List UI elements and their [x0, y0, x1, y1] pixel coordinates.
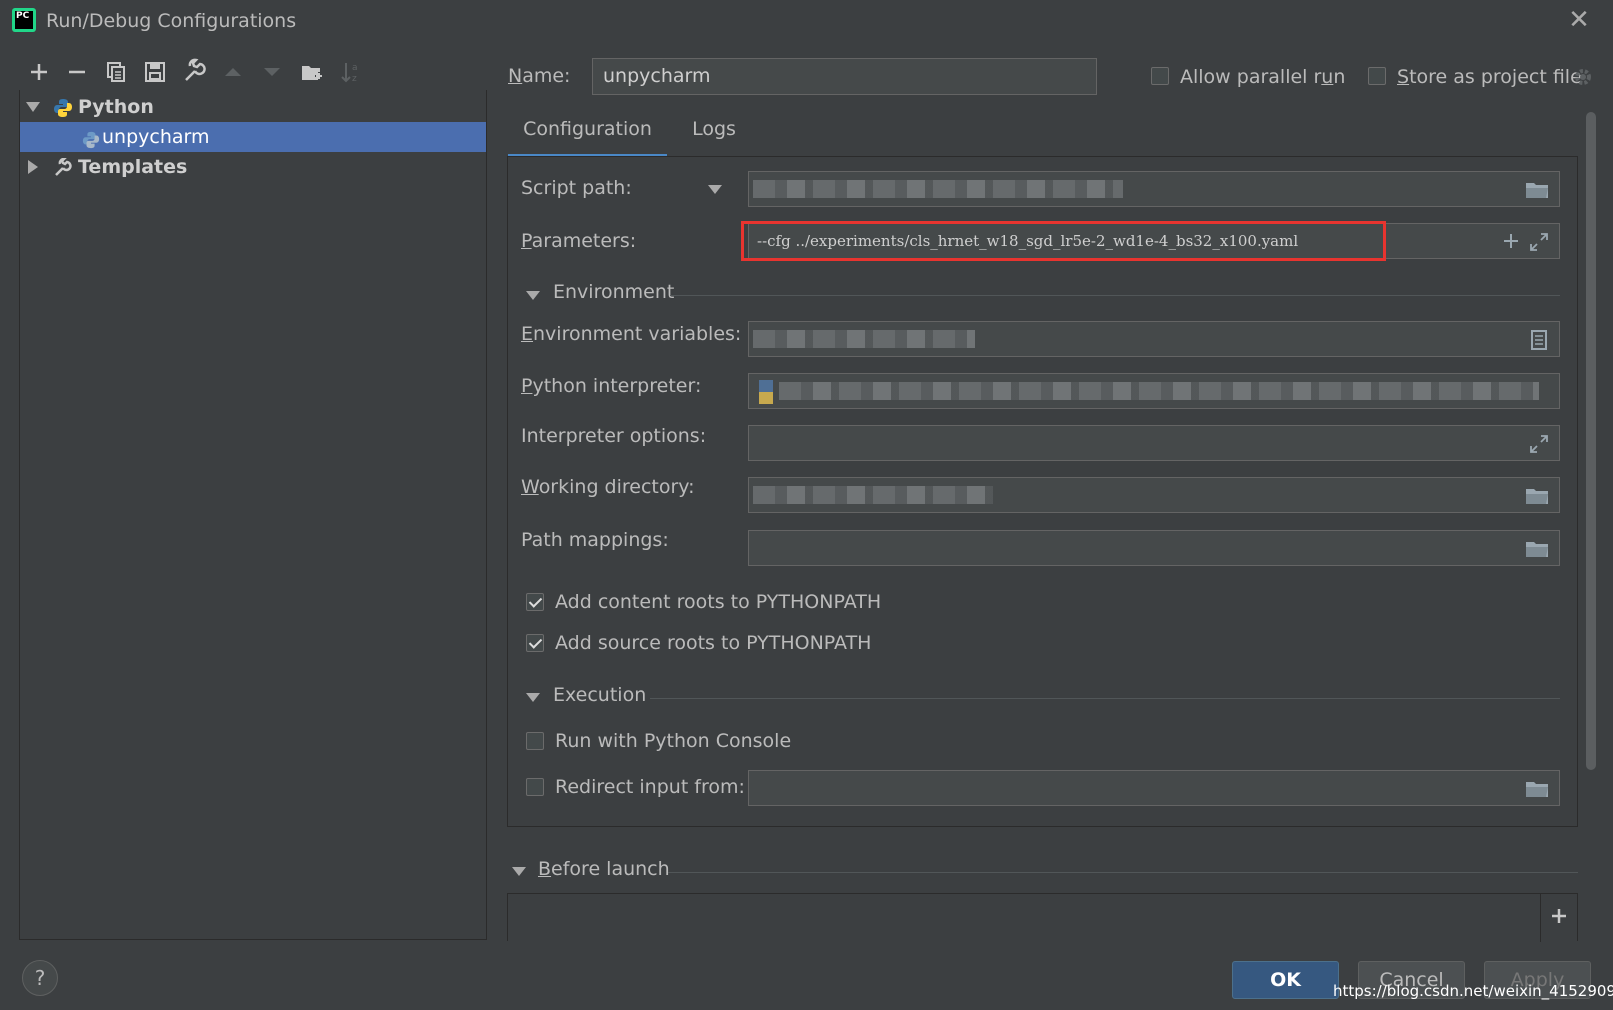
- redirect-input-label: Redirect input from:: [555, 776, 745, 798]
- collapse-arrow-icon[interactable]: [512, 867, 526, 876]
- redacted-value: [779, 382, 1539, 400]
- folder-icon[interactable]: [1525, 486, 1549, 506]
- tab-configuration[interactable]: Configuration: [508, 114, 667, 157]
- add-icon[interactable]: [1501, 231, 1521, 251]
- app-icon-text: PC: [15, 11, 33, 29]
- section-divider: [668, 872, 1578, 873]
- environment-section-title[interactable]: Environment: [553, 281, 674, 303]
- working-directory-label: Working directory:: [521, 476, 695, 498]
- expand-icon[interactable]: [1529, 434, 1549, 454]
- gear-icon[interactable]: [1572, 66, 1594, 88]
- divider: [1540, 894, 1541, 942]
- python-interpreter-select[interactable]: [748, 373, 1560, 409]
- add-icon[interactable]: [25, 58, 53, 86]
- new-folder-icon[interactable]: [298, 58, 326, 86]
- allow-parallel-run-checkbox[interactable]: [1151, 67, 1169, 85]
- ok-button[interactable]: OK: [1232, 961, 1339, 999]
- expand-arrow-icon[interactable]: [26, 102, 40, 112]
- title-bar: PC Run/Debug Configurations ✕: [0, 0, 1613, 44]
- before-launch-title[interactable]: Before launch: [538, 858, 670, 880]
- edit-list-icon[interactable]: [1531, 330, 1547, 350]
- allow-parallel-run-label: Allow parallel run: [1180, 66, 1346, 88]
- run-with-python-console-label: Run with Python Console: [555, 730, 792, 752]
- help-button[interactable]: ?: [22, 960, 58, 996]
- add-source-roots-label: Add source roots to PYTHONPATH: [555, 632, 872, 654]
- tree-label-python: Python: [78, 96, 154, 118]
- tree-item-templates[interactable]: Templates: [20, 152, 486, 182]
- name-input-value: unpycharm: [603, 65, 711, 87]
- expand-icon[interactable]: [1529, 232, 1549, 252]
- parameters-value: --cfg ../experiments/cls_hrnet_w18_sgd_l…: [757, 232, 1299, 250]
- add-content-roots-checkbox[interactable]: [526, 593, 544, 611]
- redirect-input-checkbox[interactable]: [526, 778, 544, 796]
- tree-label-unpycharm: unpycharm: [102, 126, 210, 148]
- scrollbar[interactable]: [1586, 112, 1596, 770]
- script-path-input[interactable]: [748, 171, 1560, 207]
- collapse-arrow-icon[interactable]: [526, 693, 540, 702]
- working-directory-input[interactable]: [748, 477, 1560, 513]
- execution-section-title[interactable]: Execution: [553, 684, 646, 706]
- window-title: Run/Debug Configurations: [46, 10, 297, 32]
- wrench-icon: [53, 157, 73, 177]
- tree-label-templates: Templates: [78, 156, 188, 178]
- save-icon[interactable]: [141, 58, 169, 86]
- svg-text:z: z: [352, 74, 357, 84]
- folder-icon[interactable]: [1525, 539, 1549, 559]
- path-mappings-input[interactable]: [748, 530, 1560, 566]
- python-interpreter-label: Python interpreter:: [521, 375, 702, 397]
- add-source-roots-checkbox[interactable]: [526, 634, 544, 652]
- section-divider: [650, 698, 1560, 699]
- chevron-down-icon: [708, 185, 722, 194]
- run-with-python-console-checkbox[interactable]: [526, 732, 544, 750]
- wrench-icon[interactable]: [180, 58, 208, 86]
- store-as-project-file-label: Store as project file: [1397, 66, 1582, 88]
- interpreter-options-label: Interpreter options:: [521, 425, 707, 447]
- store-as-project-file-checkbox[interactable]: [1368, 67, 1386, 85]
- parameters-label: Parameters:: [521, 230, 637, 252]
- sort-icon: az: [337, 58, 365, 86]
- move-down-icon: [258, 58, 286, 86]
- path-mappings-label: Path mappings:: [521, 529, 669, 551]
- watermark-text: https://blog.csdn.net/weixin_41529093: [1333, 982, 1613, 1000]
- environment-variables-input[interactable]: [748, 321, 1560, 357]
- copy-icon[interactable]: [102, 58, 130, 86]
- pycharm-logo-icon: PC: [12, 8, 36, 32]
- python-icon: [759, 380, 773, 404]
- interpreter-options-input[interactable]: [748, 425, 1560, 461]
- close-icon[interactable]: ✕: [1568, 7, 1590, 33]
- redacted-value: [753, 180, 1123, 198]
- collapse-arrow-icon[interactable]: [526, 291, 540, 300]
- remove-icon[interactable]: [63, 58, 91, 86]
- tree-item-python[interactable]: Python: [20, 92, 486, 122]
- name-label: Name:: [508, 65, 571, 87]
- python-config-icon: [82, 128, 100, 149]
- name-input[interactable]: unpycharm: [592, 58, 1097, 95]
- section-divider: [670, 295, 1560, 296]
- python-icon: [53, 97, 73, 117]
- folder-icon[interactable]: [1525, 779, 1549, 799]
- tree-item-unpycharm[interactable]: unpycharm: [20, 122, 486, 152]
- folder-icon[interactable]: [1525, 180, 1549, 200]
- script-path-label: Script path:: [521, 177, 632, 199]
- add-content-roots-label: Add content roots to PYTHONPATH: [555, 591, 882, 613]
- before-launch-list[interactable]: [507, 893, 1578, 942]
- redacted-value: [753, 330, 975, 348]
- redacted-value: [753, 486, 993, 504]
- collapse-arrow-icon[interactable]: [28, 160, 38, 174]
- environment-variables-label: Environment variables:: [521, 323, 742, 345]
- configuration-tree[interactable]: Python unpycharm Templates: [19, 90, 487, 940]
- add-icon[interactable]: [1549, 906, 1569, 926]
- redirect-input-field[interactable]: [748, 770, 1560, 806]
- tab-logs[interactable]: Logs: [684, 114, 744, 154]
- move-up-icon: [219, 58, 247, 86]
- svg-text:a: a: [352, 63, 358, 73]
